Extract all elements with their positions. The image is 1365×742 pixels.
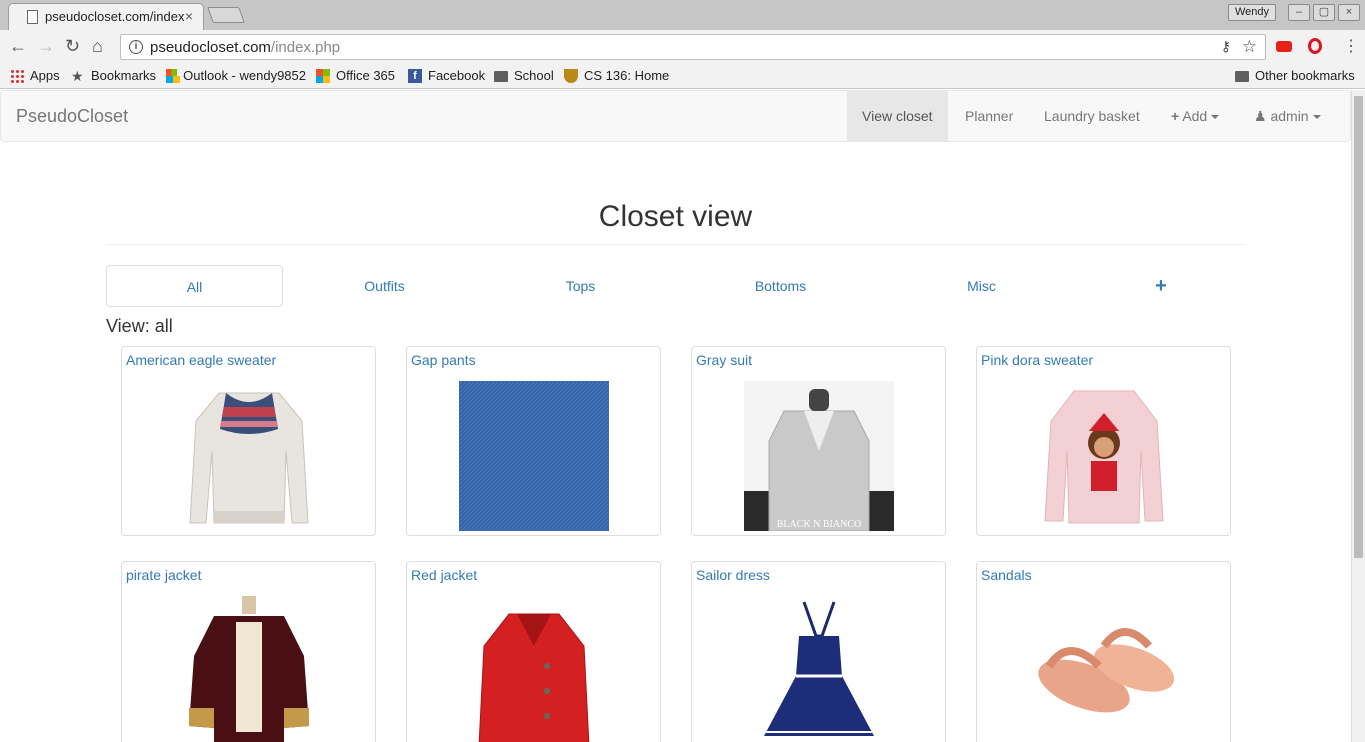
crest-icon: [564, 68, 578, 83]
sandals-image: [1038, 628, 1175, 713]
add-category-button[interactable]: +: [1126, 265, 1196, 307]
apps-grid-icon: [10, 68, 24, 83]
sailor-dress-image: [764, 601, 874, 736]
info-icon[interactable]: i: [129, 40, 143, 54]
browser-toolbar: ← → ↻ ⌂ i pseudocloset.com/index.php ⚷ ☆…: [0, 30, 1365, 64]
bookmark-school[interactable]: School: [494, 68, 554, 83]
plus-icon: +: [1171, 108, 1180, 124]
microsoft-icon: [166, 68, 181, 83]
item-name-link[interactable]: Gap pants: [411, 352, 476, 368]
user-icon: ♟: [1254, 108, 1267, 124]
item-name-link[interactable]: Sandals: [981, 567, 1032, 583]
chevron-down-icon: [1312, 115, 1321, 120]
browser-tab-strip: pseudocloset.com/index.php × Wendy – ▢ ×: [0, 0, 1365, 30]
suit-image: BLACK N BIANCO: [744, 381, 894, 531]
bookmark-other[interactable]: Other bookmarks: [1235, 68, 1355, 83]
item-name-link[interactable]: American eagle sweater: [126, 352, 276, 368]
nav-admin-dropdown[interactable]: ♟ admin: [1239, 91, 1336, 141]
item-name-link[interactable]: Pink dora sweater: [981, 352, 1093, 368]
folder-icon: [1235, 70, 1249, 82]
forward-icon[interactable]: →: [37, 36, 55, 57]
bookmark-outlook[interactable]: Outlook - wendy9852: [166, 68, 306, 83]
bookmarks-bar: Apps ★ Bookmarks Outlook - wendy9852 Offi…: [0, 64, 1365, 89]
item-name-link[interactable]: Sailor dress: [696, 567, 770, 583]
filter-tabs: All Outfits Tops Bottoms Misc +: [106, 265, 1245, 307]
bookmark-bookmarks[interactable]: ★ Bookmarks: [71, 68, 156, 83]
nav-planner[interactable]: Planner: [950, 91, 1028, 141]
page-scrollbar[interactable]: [1351, 90, 1365, 742]
folder-icon: [494, 70, 508, 82]
address-bar[interactable]: i pseudocloset.com/index.php ⚷ ☆: [120, 34, 1266, 60]
view-label: View: all: [106, 316, 173, 336]
tab-title: pseudocloset.com/index.php: [45, 9, 185, 24]
new-tab-button[interactable]: [207, 7, 245, 23]
youtube-icon[interactable]: [1276, 41, 1292, 52]
scrollbar-thumb[interactable]: [1354, 96, 1363, 558]
page-icon: [27, 10, 38, 24]
nav-laundry-basket[interactable]: Laundry basket: [1029, 91, 1155, 141]
tab-all[interactable]: All: [106, 265, 283, 307]
tab-outfits[interactable]: Outfits: [296, 265, 473, 307]
microsoft-icon: [316, 68, 330, 83]
item-card[interactable]: Sailor dress: [691, 561, 946, 742]
facebook-icon: f: [408, 68, 422, 83]
tab-close-icon[interactable]: ×: [185, 8, 193, 24]
key-icon[interactable]: ⚷: [1221, 38, 1231, 55]
chevron-down-icon: [1211, 115, 1220, 120]
pirate-jacket-image: [189, 596, 309, 742]
item-name-link[interactable]: pirate jacket: [126, 567, 201, 583]
nav-add-dropdown[interactable]: + Add: [1156, 91, 1234, 141]
item-card[interactable]: Sandals: [976, 561, 1231, 742]
item-card[interactable]: Gray suit BLACK N BIANCO: [691, 346, 946, 536]
item-name-link[interactable]: Red jacket: [411, 567, 477, 583]
bookmark-apps[interactable]: Apps: [10, 68, 60, 83]
suit-watermark: BLACK N BIANCO: [777, 519, 861, 530]
star-icon: ★: [71, 67, 84, 84]
bookmark-facebook[interactable]: f Facebook: [408, 68, 485, 83]
item-card[interactable]: pirate jacket: [121, 561, 376, 742]
item-card[interactable]: Gap pants: [406, 346, 661, 536]
sweater-image: [189, 392, 309, 524]
tab-bottoms[interactable]: Bottoms: [692, 265, 869, 307]
close-window-icon[interactable]: ×: [1338, 4, 1360, 21]
home-icon[interactable]: ⌂: [92, 36, 103, 57]
profile-button[interactable]: Wendy: [1228, 4, 1277, 21]
pink-sweater-image: [1044, 390, 1164, 524]
tab-misc[interactable]: Misc: [893, 265, 1070, 307]
restore-icon[interactable]: ▢: [1313, 4, 1335, 21]
tab-tops[interactable]: Tops: [492, 265, 669, 307]
divider: [106, 244, 1245, 245]
opera-icon[interactable]: [1308, 38, 1322, 54]
url-text: pseudocloset.com/index.php: [150, 39, 341, 56]
denim-image: [459, 381, 609, 531]
web-page: PseudoCloset View closet Planner Laundry…: [0, 90, 1351, 742]
site-navbar: PseudoCloset View closet Planner Laundry…: [0, 90, 1351, 142]
bookmark-star-icon[interactable]: ☆: [1242, 37, 1257, 57]
page-title: Closet view: [598, 200, 753, 233]
back-icon[interactable]: ←: [9, 36, 27, 57]
item-card[interactable]: Pink dora sweater: [976, 346, 1231, 536]
item-card[interactable]: American eagle sweater: [121, 346, 376, 536]
reload-icon[interactable]: ↻: [65, 36, 80, 57]
red-jacket-image: [478, 613, 590, 742]
site-brand[interactable]: PseudoCloset: [16, 106, 128, 127]
item-card[interactable]: Red jacket: [406, 561, 661, 742]
menu-icon[interactable]: ⋮: [1343, 36, 1359, 56]
item-name-link[interactable]: Gray suit: [696, 352, 752, 368]
minimize-icon[interactable]: –: [1288, 4, 1310, 21]
browser-tab[interactable]: pseudocloset.com/index.php ×: [8, 3, 204, 30]
bookmark-cs136[interactable]: CS 136: Home: [564, 68, 669, 83]
nav-view-closet[interactable]: View closet: [847, 91, 948, 141]
bookmark-office365[interactable]: Office 365: [316, 68, 395, 83]
